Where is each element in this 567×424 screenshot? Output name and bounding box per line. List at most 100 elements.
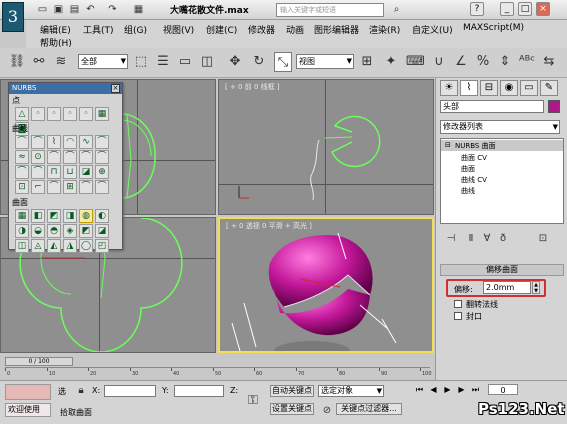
key-target-dropdown[interactable]: 选定对象 ▼ (318, 385, 384, 397)
create-tab[interactable]: ☀ (440, 80, 458, 96)
offset-spinner[interactable]: ▲ ▼ (532, 281, 540, 294)
viewport-perspective[interactable]: [ + 0 透视 0 平滑 + 高光 ] (218, 217, 434, 353)
help-icon[interactable]: ? (470, 2, 484, 16)
goto-end-icon[interactable]: ⏭ (470, 384, 481, 395)
remove-modifier-icon[interactable]: ð (496, 232, 510, 246)
point-tool-5-icon[interactable]: ◦ (79, 107, 93, 121)
curve-tool-19-icon[interactable]: ⊡ (15, 180, 29, 194)
redo-icon[interactable]: ↷ (106, 3, 119, 16)
curve-tool-14-icon[interactable]: ⌒ (31, 165, 45, 179)
surface-tool-2-icon[interactable]: ◧ (31, 209, 45, 223)
time-slider[interactable]: 0 / 100 (5, 357, 73, 366)
reference-coordinate-dropdown[interactable]: 视图 ▼ (296, 54, 354, 69)
stack-item[interactable]: 曲线 (461, 186, 475, 196)
curve-tool-3-icon[interactable]: ⌇ (47, 135, 61, 149)
track-bar[interactable]: 0 10 20 30 40 50 60 70 80 90 100 (5, 367, 432, 377)
menu-group[interactable]: 组(G) (124, 23, 147, 36)
curve-tool-2-icon[interactable]: ⌒ (31, 135, 45, 149)
app-logo-icon[interactable]: 3 (2, 2, 24, 32)
play-icon[interactable]: ▶ (442, 384, 453, 395)
pivot-center-icon[interactable]: ⊞ (358, 52, 376, 72)
mirror-icon[interactable]: ⇆ (540, 52, 558, 72)
key-filter-icon[interactable]: ⊘ (318, 401, 336, 421)
curve-tool-23-icon[interactable]: ⌒ (79, 180, 93, 194)
nurbs-toolbox[interactable]: NURBS × 点 △ ◦ ◦ ◦ ◦ ▦ ◙ 曲线 ⌒ ⌒ ⌇ ◠ ∿ ⌒ ≈ ⊙ ⌒ ⌒ ⌒ ⌒ ⌒ ⌒ ⊓ ⊔ ◪ ⊕ ⊡… (8, 82, 123, 253)
menu-edit[interactable]: 编辑(E) (40, 23, 71, 36)
spinner-snap-icon[interactable]: ⇕ (496, 52, 514, 72)
point-tool-2-icon[interactable]: ◦ (31, 107, 45, 121)
menu-create[interactable]: 创建(C) (206, 23, 237, 36)
select-and-move-icon[interactable]: ✥ (226, 52, 244, 72)
stack-item[interactable]: 曲面 CV (461, 153, 487, 163)
offset-field[interactable]: 2.0mm (483, 281, 531, 294)
nurbs-toolbox-title[interactable]: NURBS (9, 83, 122, 94)
key-icon[interactable]: ⚿ (244, 391, 262, 411)
current-frame-field[interactable]: 0 (488, 384, 518, 395)
point-tool-4-icon[interactable]: ◦ (63, 107, 77, 121)
set-key-button[interactable]: 设置关键点 (270, 403, 314, 415)
surface-tool-9-icon[interactable]: ◓ (47, 224, 61, 238)
surface-tool-7-icon[interactable]: ◑ (15, 224, 29, 238)
curve-tool-10-icon[interactable]: ⌒ (63, 150, 77, 164)
curve-tool-16-icon[interactable]: ⊔ (63, 165, 77, 179)
percent-snap-icon[interactable]: % (474, 52, 492, 72)
motion-tab[interactable]: ◉ (500, 80, 518, 96)
close-icon[interactable]: × (536, 2, 550, 16)
surface-tool-13-icon[interactable]: ◫ (15, 239, 29, 253)
curve-tool-4-icon[interactable]: ◠ (63, 135, 77, 149)
configure-modifier-sets-icon[interactable]: ⊡ (536, 232, 550, 246)
surface-tool-8-icon[interactable]: ◒ (31, 224, 45, 238)
surface-tool-18-icon[interactable]: ◰ (95, 239, 109, 253)
pin-stack-icon[interactable]: ⊣ (444, 232, 458, 246)
point-tool-3-icon[interactable]: ◦ (47, 107, 61, 121)
surface-tool-5-icon[interactable]: ◍ (79, 209, 93, 223)
curve-tool-21-icon[interactable]: ⌒ (47, 180, 61, 194)
stack-item[interactable]: NURBS 曲面 (455, 141, 496, 151)
keyboard-shortcut-icon[interactable]: ⌨ (406, 52, 425, 72)
search-input[interactable]: 输入关键字或短语 (276, 3, 384, 17)
viewport-front[interactable]: [ + 0 前 0 线框 ] (218, 79, 434, 215)
curve-tool-24-icon[interactable]: ⌒ (95, 180, 109, 194)
curve-tool-7-icon[interactable]: ≈ (15, 150, 29, 164)
modifier-list-dropdown[interactable]: 修改器列表 ▼ (440, 120, 560, 134)
surface-tool-10-icon[interactable]: ◈ (63, 224, 77, 238)
show-end-result-icon[interactable]: Ⅱ (464, 232, 478, 246)
make-unique-icon[interactable]: ∀ (480, 232, 494, 246)
menu-tools[interactable]: 工具(T) (83, 23, 114, 36)
named-selection-icon[interactable]: ᴬᴮᶜ (518, 52, 536, 72)
save-icon[interactable]: ▤ (68, 3, 81, 16)
auto-key-button[interactable]: 自动关键点 (270, 385, 314, 397)
curve-tool-1-icon[interactable]: ⌒ (15, 135, 29, 149)
search-icon[interactable]: ⌕ (390, 3, 403, 16)
goto-start-icon[interactable]: ⏮ (414, 384, 425, 395)
point-tool-6-icon[interactable]: ▦ (95, 107, 109, 121)
curve-tool-20-icon[interactable]: ⌐ (31, 180, 45, 194)
select-manipulate-icon[interactable]: ✦ (382, 52, 400, 72)
project-folder-icon[interactable]: ▦ (132, 3, 145, 16)
object-name-field[interactable]: 头部 (440, 100, 544, 113)
surface-tool-17-icon[interactable]: ◯ (79, 239, 93, 253)
menu-rendering[interactable]: 渲染(R) (369, 23, 400, 36)
menu-animation[interactable]: 动画 (286, 23, 304, 36)
snaps-toggle-icon[interactable]: ∪ (430, 52, 448, 72)
window-crossing-icon[interactable]: ◫ (198, 52, 216, 72)
selection-filter-dropdown[interactable]: 全部 ▼ (78, 54, 128, 69)
y-coord-field[interactable] (174, 385, 224, 397)
close-icon[interactable]: × (111, 84, 120, 93)
utilities-tab[interactable]: ✎ (540, 80, 558, 96)
modify-tab[interactable]: ⌇ (460, 80, 478, 96)
select-and-rotate-icon[interactable]: ↻ (250, 52, 268, 72)
curve-tool-12-icon[interactable]: ⌒ (95, 150, 109, 164)
select-and-scale-icon[interactable]: ⤡ (274, 52, 292, 72)
curve-tool-13-icon[interactable]: ⌒ (15, 165, 29, 179)
select-and-link-icon[interactable]: ⛓ (8, 52, 26, 72)
menu-modifiers[interactable]: 修改器 (248, 23, 275, 36)
stack-expand-icon[interactable]: ⊟ (445, 141, 451, 149)
next-frame-icon[interactable]: ▶ (456, 384, 467, 395)
lock-icon[interactable]: 🔒︎ (72, 381, 90, 401)
select-object-icon[interactable]: ⬚ (132, 52, 150, 72)
curve-tool-9-icon[interactable]: ⌒ (47, 150, 61, 164)
maximize-icon[interactable]: □ (518, 2, 532, 16)
minimize-icon[interactable]: _ (500, 2, 514, 16)
surface-tool-16-icon[interactable]: ◮ (63, 239, 77, 253)
